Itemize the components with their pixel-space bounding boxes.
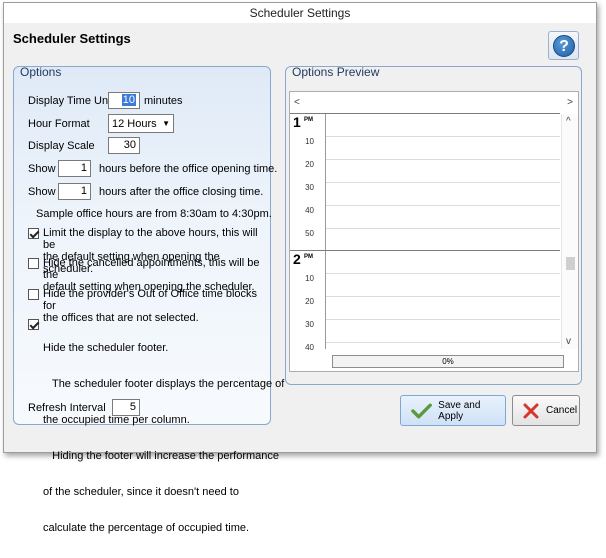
show-after-label: Show [28,185,56,198]
slot-divider [326,159,560,160]
hide-footer-label: Hide the scheduler footer. The scheduler… [43,342,285,534]
cancel-button[interactable]: Cancel [512,395,580,426]
hour-format-label: Hour Format [28,117,90,130]
minute-label: 10 [305,137,314,146]
options-preview-legend: Options Preview [292,65,380,79]
scroll-left-icon[interactable]: < [294,97,300,108]
red-x-icon [523,403,539,418]
hour-label: 2 [293,251,301,267]
pm-label: PM [304,117,313,123]
show-before-input[interactable]: 1 [58,160,91,177]
show-before-label: Show [28,162,56,175]
limit-display-checkbox[interactable] [28,228,39,239]
show-after-suffix: hours after the office closing time. [99,185,264,198]
slot-divider [326,273,560,274]
scroll-down-icon[interactable]: v [566,336,571,347]
scrollbar-thumb[interactable] [566,257,575,270]
hide-footer-checkbox-row[interactable]: Hide the scheduler footer. The scheduler… [28,318,284,558]
minute-label: 40 [305,206,314,215]
slot-divider [326,182,560,183]
hour-divider [290,250,560,251]
display-scale-label: Display Scale [28,139,95,152]
options-legend: Options [20,65,62,79]
slot-divider [326,342,560,343]
refresh-interval-label: Refresh Interval [28,401,106,414]
hour-format-select[interactable]: 12 Hours ▼ [108,114,174,133]
pm-label: PM [304,254,313,260]
cancel-label: Cancel [546,405,578,416]
slot-divider [326,296,560,297]
options-preview-group: Options Preview < > 1 PM 10 20 30 40 50 … [285,65,582,385]
scheduler-preview: < > 1 PM 10 20 30 40 50 2 PM 10 20 30 40 [289,91,579,372]
occupied-percent-footer: 0% [332,355,564,368]
display-scale-input[interactable]: 30 [108,137,140,154]
minute-label: 20 [305,160,314,169]
hide-footer-checkbox[interactable] [28,319,39,330]
scroll-up-icon[interactable]: ^ [566,116,571,127]
refresh-interval-row: Refresh Interval 5 [28,399,140,416]
show-before-suffix: hours before the office opening time. [99,162,278,175]
minute-label: 50 [305,229,314,238]
question-circle-icon: ? [553,35,575,57]
display-time-unit-suffix: minutes [144,94,183,107]
minute-label: 20 [305,297,314,306]
minute-label: 30 [305,320,314,329]
sample-hours-text: Sample office hours are from 8:30am to 4… [36,208,272,220]
window-title: Scheduler Settings [4,3,596,23]
slot-divider [326,319,560,320]
scroll-right-icon[interactable]: > [567,97,573,108]
hour-label: 1 [293,114,301,130]
page-title: Scheduler Settings [13,31,131,46]
display-time-unit-label: Display Time Unit [28,94,114,107]
options-group: Options Display Time Unit 10 minutes Hou… [13,65,284,534]
show-after-row: Show 1 hours after the office closing ti… [28,183,263,200]
display-scale-row: Display Scale 30 [28,137,140,154]
save-and-apply-label: Save and Apply [438,399,481,422]
save-and-apply-button[interactable]: Save and Apply [400,395,506,426]
slot-divider [326,228,560,229]
time-column: 1 PM 10 20 30 40 50 2 PM 10 20 30 40 [290,114,326,352]
hide-cancelled-checkbox[interactable] [28,258,39,269]
hide-out-of-office-checkbox[interactable] [28,289,39,300]
scheduler-settings-window: Scheduler Settings Scheduler Settings ? … [3,2,597,534]
hour-format-row: Hour Format 12 Hours ▼ [28,114,174,133]
vertical-scrollbar[interactable]: ^ v [561,114,578,349]
checkmark-icon [411,403,432,418]
show-before-row: Show 1 hours before the office opening t… [28,160,277,177]
refresh-interval-input[interactable]: 5 [112,399,140,416]
minute-label: 30 [305,183,314,192]
slot-divider [326,205,560,206]
chevron-down-icon: ▼ [162,119,170,128]
display-time-unit-row: Display Time Unit 10 minutes [28,92,183,109]
hour-divider [290,113,560,114]
help-button[interactable]: ? [548,31,579,60]
display-time-unit-input[interactable]: 10 [108,92,140,109]
show-after-input[interactable]: 1 [58,183,91,200]
minute-label: 10 [305,274,314,283]
minute-label: 40 [305,343,314,352]
slot-divider [326,136,560,137]
